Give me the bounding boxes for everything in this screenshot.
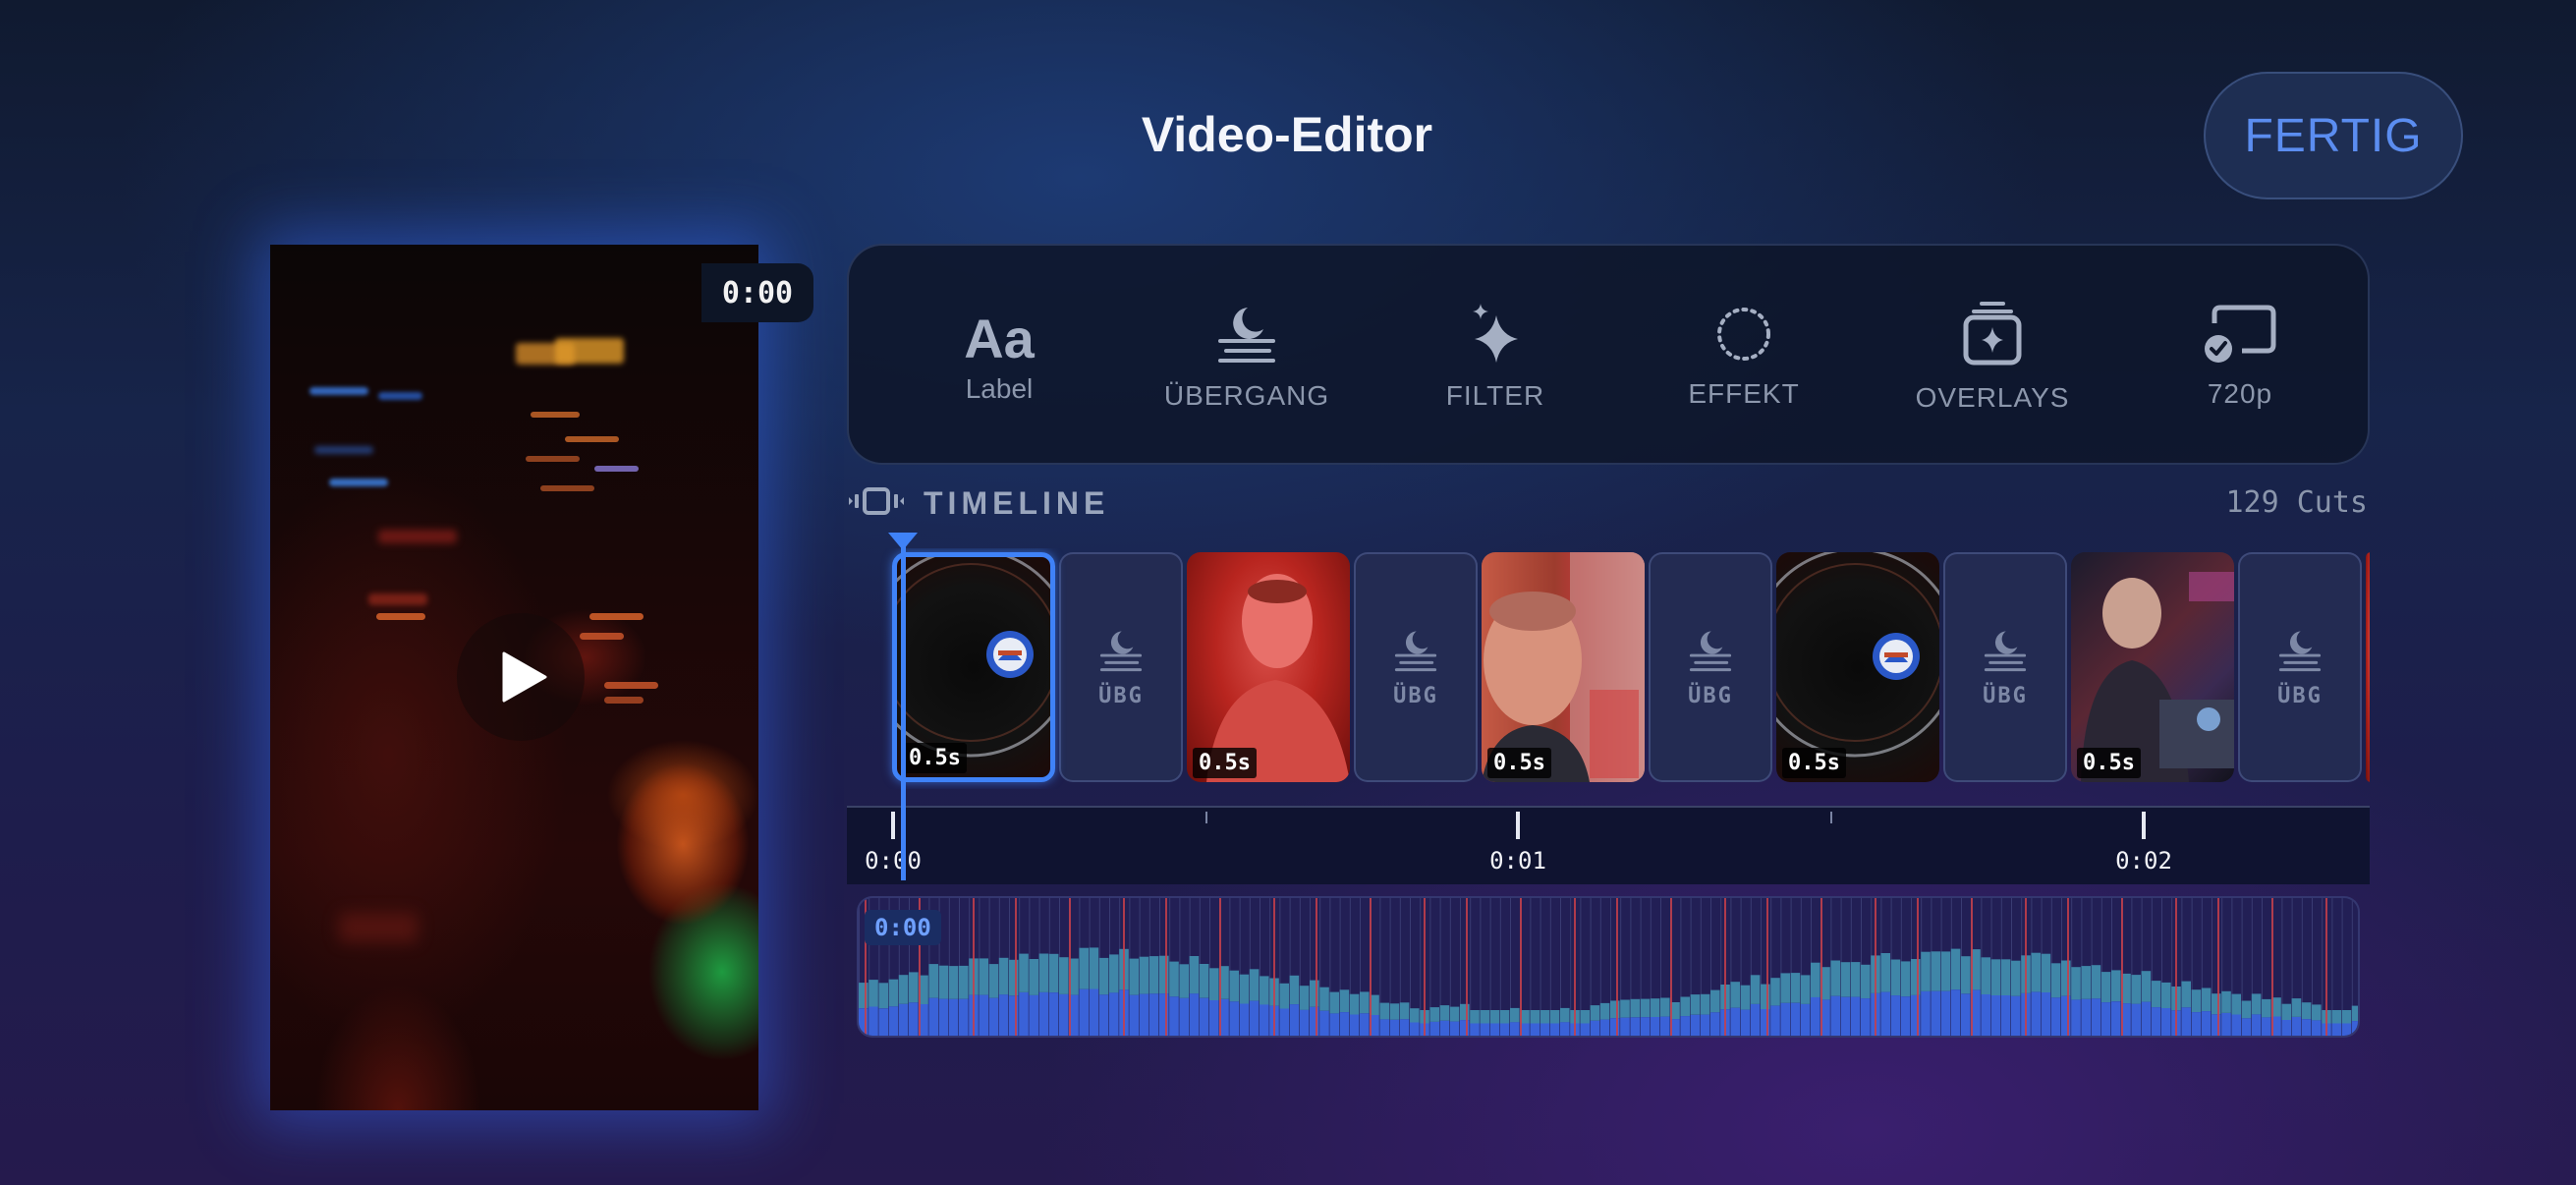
- transition-moon-icon: [1394, 630, 1437, 671]
- clip-4[interactable]: 0.5s: [1776, 552, 1939, 782]
- clip-duration: 0.5s: [2077, 748, 2141, 778]
- ruler-tick: [2142, 812, 2146, 839]
- tool-label[interactable]: Aa Label: [901, 246, 1097, 467]
- clip-duration: 0.5s: [903, 743, 967, 773]
- transition-moon-icon: [1984, 630, 2027, 671]
- ruler-tick: [1516, 812, 1520, 839]
- timeline-title: TIMELINE: [924, 485, 1110, 521]
- page-title: Video-Editor: [1141, 107, 1433, 162]
- tool-resolution-label: 720p: [2207, 377, 2273, 409]
- transition-label: ÜBG: [1098, 683, 1144, 708]
- film-strip-icon: [849, 487, 904, 515]
- transition-slot[interactable]: ÜBG: [2238, 552, 2362, 782]
- transition-slot[interactable]: ÜBG: [1943, 552, 2067, 782]
- ruler-tick: [1205, 812, 1207, 823]
- ruler-label: 0:02: [2115, 847, 2172, 875]
- tool-transition[interactable]: ÜBERGANG: [1148, 246, 1345, 467]
- waveform-bars: [859, 898, 2358, 1036]
- clip-2[interactable]: 0.5s: [1187, 552, 1350, 782]
- play-button[interactable]: [457, 613, 585, 741]
- ruler-label: 0:01: [1489, 847, 1546, 875]
- tool-filter-label: FILTER: [1445, 379, 1545, 411]
- transition-slot[interactable]: ÜBG: [1649, 552, 1772, 782]
- ruler-tick: [891, 812, 895, 839]
- clip-1[interactable]: 0.5s: [892, 552, 1055, 782]
- tool-label-text: Label: [965, 372, 1034, 404]
- clip-3[interactable]: 0.5s: [1482, 552, 1645, 782]
- transition-label: ÜBG: [1688, 683, 1733, 708]
- audio-waveform[interactable]: [857, 896, 2360, 1038]
- clip-duration: 0.5s: [1193, 748, 1257, 778]
- transition-moon-icon: [2278, 630, 2322, 671]
- sparkles-icon: [1473, 303, 1518, 363]
- cast-resolution-icon: [2205, 305, 2276, 363]
- editor-toolbar: Aa Label ÜBERGANG FILTER EFFEKT OVERLAYS…: [847, 244, 2370, 465]
- transition-moon-icon: [1099, 630, 1143, 671]
- tool-resolution[interactable]: 720p: [2142, 246, 2338, 467]
- done-button[interactable]: FERTIG: [2204, 72, 2463, 199]
- playhead-handle[interactable]: [888, 533, 918, 550]
- clip-strip[interactable]: 0.5s ÜBG 0.5s ÜBG 0.5s ÜBG 0.5s ÜBG 0.5s…: [847, 548, 2370, 789]
- play-icon: [502, 651, 547, 703]
- transition-slot[interactable]: ÜBG: [1354, 552, 1478, 782]
- overlay-stack-icon: [1963, 301, 2022, 365]
- time-ruler[interactable]: 0:00 0:01 0:02: [847, 806, 2370, 884]
- clip-duration: 0.5s: [1487, 748, 1551, 778]
- transition-slot[interactable]: ÜBG: [1059, 552, 1183, 782]
- clip-5[interactable]: 0.5s: [2071, 552, 2234, 782]
- preview-time-badge: 0:00: [701, 263, 813, 322]
- tool-overlays[interactable]: OVERLAYS: [1894, 246, 2091, 467]
- transition-label: ÜBG: [2277, 683, 2323, 708]
- playhead[interactable]: [901, 542, 906, 880]
- tool-effect[interactable]: EFFEKT: [1646, 246, 1842, 467]
- video-preview[interactable]: [270, 245, 758, 1110]
- tool-filter[interactable]: FILTER: [1397, 246, 1594, 467]
- clip-duration: 0.5s: [1782, 748, 1846, 778]
- clip-6[interactable]: [2366, 552, 2370, 782]
- transition-label: ÜBG: [1393, 683, 1438, 708]
- cuts-count: 129 Cuts: [2225, 485, 2369, 520]
- transition-moon-icon: [1689, 630, 1732, 671]
- ruler-label: 0:00: [865, 847, 922, 875]
- dotted-circle-icon: [1717, 307, 1770, 361]
- tool-transition-label: ÜBERGANG: [1163, 379, 1330, 411]
- text-aa-icon: Aa: [964, 307, 1035, 369]
- transition-label: ÜBG: [1983, 683, 2028, 708]
- ruler-tick: [1830, 812, 1832, 823]
- tool-effect-label: EFFEKT: [1688, 377, 1800, 409]
- tool-overlays-label: OVERLAYS: [1915, 381, 2070, 413]
- transition-moon-icon: [1218, 307, 1275, 363]
- waveform-time-badge: 0:00: [865, 910, 941, 945]
